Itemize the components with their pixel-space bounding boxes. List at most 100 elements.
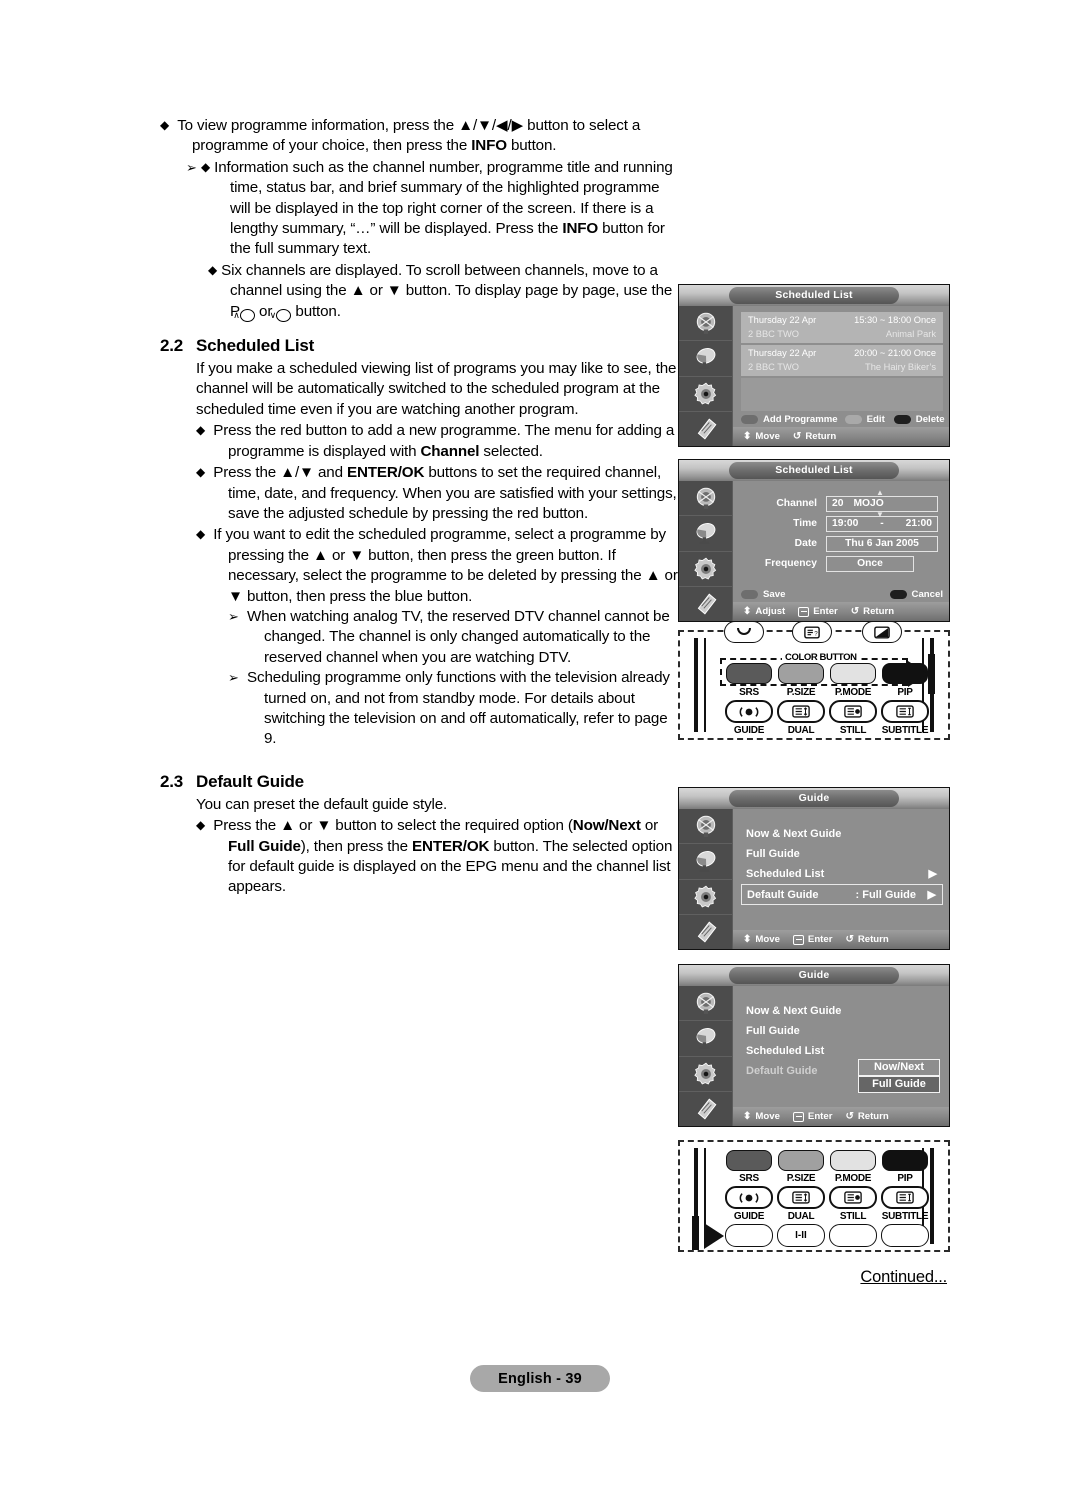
table-row[interactable]: Thursday 22 Apr 15:30 ~ 18:00 Once 2 BBC … <box>741 312 943 343</box>
remote-srs-color-button[interactable] <box>726 663 772 684</box>
rail-cell-input[interactable] <box>679 306 732 342</box>
rail-cell-setup[interactable] <box>679 377 732 412</box>
remote-guide-key[interactable] <box>725 1224 773 1247</box>
delete-label: Delete <box>915 413 945 425</box>
osd-main: Now & Next Guide Full Guide Scheduled Li… <box>733 809 949 949</box>
s22-note-1: ➢ When watching analog TV, the reserved … <box>196 607 680 668</box>
rail-cell-satellite[interactable] <box>679 516 732 552</box>
s23-mid: or <box>640 817 659 835</box>
remote-control-icon <box>697 1098 716 1120</box>
menu-item-full-guide[interactable]: Full Guide <box>741 844 943 864</box>
menu-item-default-guide[interactable]: Default Guide: Full Guide ▶ <box>741 884 943 905</box>
updown-arrow-icon: ⬍ <box>743 1111 752 1122</box>
adjust-hint: ⬍ Adjust <box>743 606 785 617</box>
remote-psize-key[interactable] <box>777 1186 825 1209</box>
antenna-dish-icon <box>696 815 715 837</box>
chevron-right-icon: ▶ <box>927 888 936 901</box>
edit-label: Edit <box>866 413 885 425</box>
rail-cell-guide[interactable] <box>679 587 732 621</box>
remote-pmode-color-button[interactable] <box>830 663 876 684</box>
dropdown-option-full-guide[interactable]: Full Guide <box>858 1076 940 1093</box>
menu-label: Default Guide <box>747 888 819 901</box>
remote-guide-key[interactable] <box>725 700 773 723</box>
section-2-3-body: You can preset the default guide style. … <box>160 795 680 898</box>
menu-label: Now & Next Guide <box>746 828 842 840</box>
menu-item-scheduled-list[interactable]: Scheduled List <box>741 1041 943 1061</box>
menu-item-now-next-guide[interactable]: Now & Next Guide <box>741 824 943 844</box>
remote-label-dual: DUAL <box>787 1211 815 1222</box>
key-partial-3[interactable] <box>862 621 902 643</box>
menu-label: Default Guide <box>746 1065 818 1077</box>
arrow-bullet-icon: ➢ <box>228 608 239 624</box>
remote-still-key[interactable] <box>829 1224 877 1247</box>
rail-cell-input[interactable] <box>679 481 732 517</box>
osd-footer-bar: ⬍ Move ↺ Return <box>733 427 949 446</box>
return-label: Return <box>857 934 889 945</box>
date-input[interactable]: Thu 6 Jan 2005 <box>826 535 938 552</box>
remote-srs-color-button[interactable] <box>726 1150 772 1171</box>
remote-pmode-key[interactable] <box>829 1186 877 1209</box>
s23-bullet-1: ◆ Press the ▲ or ▼ button to select the … <box>196 815 680 898</box>
remote-srs-key[interactable] <box>725 1186 773 1209</box>
remote-psize-color-button[interactable] <box>778 1150 824 1171</box>
rail-cell-guide[interactable] <box>679 1092 732 1126</box>
spin-down-icon: ▼ <box>876 510 884 519</box>
save-button[interactable]: Save <box>741 589 785 600</box>
remote-psize-color-button[interactable] <box>778 663 824 684</box>
frequency-input[interactable]: Once <box>826 555 914 572</box>
date-value: Thu 6 Jan 2005 <box>845 538 919 549</box>
remote-subtitle-key[interactable] <box>881 1224 929 1247</box>
remote-subtitle-key[interactable] <box>881 700 929 723</box>
dropdown-option-now-next[interactable]: Now/Next <box>858 1059 940 1076</box>
key-partial-2[interactable]: ? <box>792 621 832 643</box>
cancel-button[interactable]: Cancel <box>889 589 943 600</box>
osd-color-button-bar: Add Programme Edit Delete <box>733 411 949 427</box>
rail-cell-input[interactable] <box>679 986 732 1022</box>
osd-footer-bar: ⬍ Move Enter ↺ Return <box>733 1107 949 1126</box>
info-keyword: INFO <box>562 220 599 238</box>
s22-note-1-text: When watching analog TV, the reserved DT… <box>247 607 670 666</box>
menu-item-full-guide[interactable]: Full Guide <box>741 1021 943 1041</box>
enter-hint: Enter <box>792 1111 832 1122</box>
p-up-icon: ∧ <box>233 308 255 322</box>
add-programme-button[interactable]: Add Programme <box>741 414 838 425</box>
row-programme: Animal Park <box>885 328 936 339</box>
rail-cell-setup[interactable] <box>679 880 732 915</box>
table-row[interactable]: Thursday 22 Apr 20:00 ~ 21:00 Once 2 BBC … <box>741 345 943 376</box>
rail-cell-satellite[interactable] <box>679 341 732 377</box>
menu-item-now-next-guide[interactable]: Now & Next Guide <box>741 1001 943 1021</box>
page-footer-badge: English - 39 <box>470 1365 610 1392</box>
remote-diagram-bottom: SRS P.SIZE P.MODE PIP GUIDE DUAL STILL S… <box>678 1140 950 1252</box>
default-guide-dropdown[interactable]: Now/Next Full Guide <box>858 1059 940 1093</box>
satellite-dish-icon <box>696 1028 715 1050</box>
remote-pip-color-button[interactable] <box>882 1150 928 1171</box>
rail-cell-setup[interactable] <box>679 1057 732 1092</box>
remote-label-pip: PIP <box>897 1173 913 1184</box>
remote-pip-key[interactable] <box>881 1186 929 1209</box>
section-2-3-title: Default Guide <box>196 771 304 791</box>
osd-icon-rail <box>679 809 733 949</box>
osd-schedule-edit: Scheduled List ▲ ▼ Channel 20 MOJO Time … <box>678 459 950 622</box>
pointer-bar-icon <box>692 1216 699 1250</box>
osd-titlebar: Scheduled List <box>679 460 949 481</box>
remote-dual-key[interactable] <box>777 700 825 723</box>
edit-button[interactable]: Edit <box>844 413 885 425</box>
osd-icon-rail <box>679 481 733 621</box>
rail-cell-guide[interactable] <box>679 412 732 446</box>
subtitle-icon <box>896 1191 914 1204</box>
remote-still-key[interactable] <box>829 700 877 723</box>
section-2-2-body: If you make a scheduled viewing list of … <box>160 359 680 750</box>
table-row-empty[interactable] <box>741 378 943 415</box>
delete-button[interactable]: Delete <box>893 413 945 425</box>
section-2-3-number: 2.3 <box>160 771 184 791</box>
remote-dual-key[interactable]: I-II <box>777 1224 825 1247</box>
menu-item-scheduled-list[interactable]: Scheduled List ▶ <box>741 864 943 884</box>
rail-cell-satellite[interactable] <box>679 844 732 880</box>
rail-cell-guide[interactable] <box>679 915 732 949</box>
section-2-3-intro: You can preset the default guide style. <box>196 795 448 813</box>
rail-cell-setup[interactable] <box>679 552 732 587</box>
rail-cell-input[interactable] <box>679 809 732 845</box>
rail-cell-satellite[interactable] <box>679 1021 732 1057</box>
remote-pmode-color-button[interactable] <box>830 1150 876 1171</box>
key-partial-1[interactable] <box>724 621 764 643</box>
